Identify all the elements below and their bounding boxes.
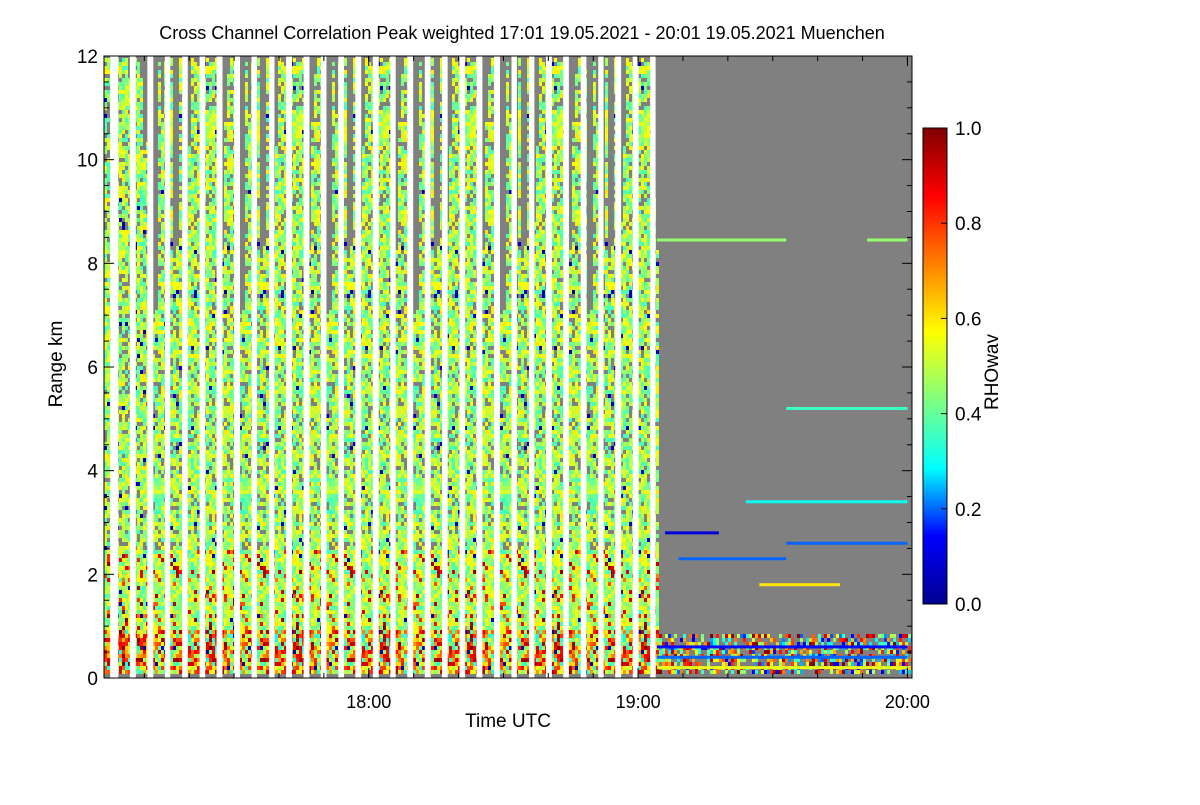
y-tick-label: 2 (87, 565, 98, 586)
data-gap (338, 56, 344, 678)
data-gap (581, 56, 587, 678)
y-tick-label: 4 (87, 462, 98, 483)
colorbar-tick-label: 0.2 (955, 500, 981, 521)
data-gap (286, 56, 292, 678)
data-gap (165, 56, 170, 678)
data-gap (442, 56, 448, 678)
aerosol-layer (867, 239, 907, 242)
aerosol-layer (786, 542, 907, 545)
aerosol-layer (678, 557, 786, 560)
data-gap (563, 56, 569, 678)
data-gap (269, 56, 274, 678)
data-gap (615, 56, 621, 678)
data-gap (494, 56, 500, 678)
data-gap (512, 56, 517, 678)
data-gap (373, 56, 379, 678)
data-gap (234, 56, 240, 678)
data-gap (147, 56, 153, 678)
colorbar-label: RHOwav (982, 333, 1003, 410)
y-tick-label: 12 (77, 47, 98, 68)
data-gap (425, 56, 431, 678)
chart-title: Cross Channel Correlation Peak weighted … (159, 23, 885, 43)
x-tick-label: 20:00 (885, 692, 930, 712)
data-gap (390, 56, 395, 678)
x-axis-label: Time UTC (465, 711, 551, 732)
data-gap (407, 56, 413, 678)
data-gap (130, 56, 136, 678)
aerosol-layer (786, 407, 907, 410)
aerosol-layer (657, 666, 907, 669)
aerosol-layer (657, 645, 907, 648)
data-gap (355, 56, 361, 678)
aerosol-layer (657, 239, 786, 242)
data-gap (529, 56, 534, 678)
data-gap (460, 56, 466, 678)
colorbar-tick-label: 0.0 (955, 595, 981, 616)
colorbar: 0.0 0.2 0.4 0.6 0.8 1.0 RHOwav (923, 119, 1003, 616)
aerosol-layer (657, 656, 907, 659)
data-gap (304, 56, 310, 678)
data-gap (546, 56, 552, 678)
plot-area (104, 56, 914, 678)
aerosol-layer (759, 583, 840, 586)
colorbar-tick-label: 1.0 (955, 119, 981, 140)
colorbar-tick-label: 0.6 (955, 309, 981, 330)
colorbar-scale (923, 128, 947, 604)
data-gap (633, 56, 639, 678)
x-tick-label: 18:00 (346, 692, 391, 712)
y-tick-label: 8 (87, 254, 98, 275)
chart-figure: Cross Channel Correlation Peak weighted … (0, 0, 1200, 800)
chart-svg: Cross Channel Correlation Peak weighted … (0, 0, 1200, 800)
data-gap (252, 56, 257, 678)
data-gap (476, 56, 482, 678)
colorbar-tick-label: 0.4 (955, 405, 982, 426)
data-gap (182, 56, 188, 678)
y-axis-label: Range km (46, 321, 67, 408)
data-gap (598, 56, 603, 678)
y-tick-label: 0 (87, 669, 98, 690)
data-gap (217, 56, 223, 678)
data-gap (200, 56, 206, 678)
x-tick-label: 19:00 (616, 692, 661, 712)
y-tick-label: 6 (87, 358, 98, 379)
aerosol-layer (665, 531, 719, 534)
data-gap (321, 56, 327, 678)
y-tick-label: 10 (77, 151, 98, 172)
data-gap (650, 56, 655, 678)
colorbar-tick-label: 0.8 (955, 214, 981, 235)
aerosol-layer (746, 500, 908, 503)
